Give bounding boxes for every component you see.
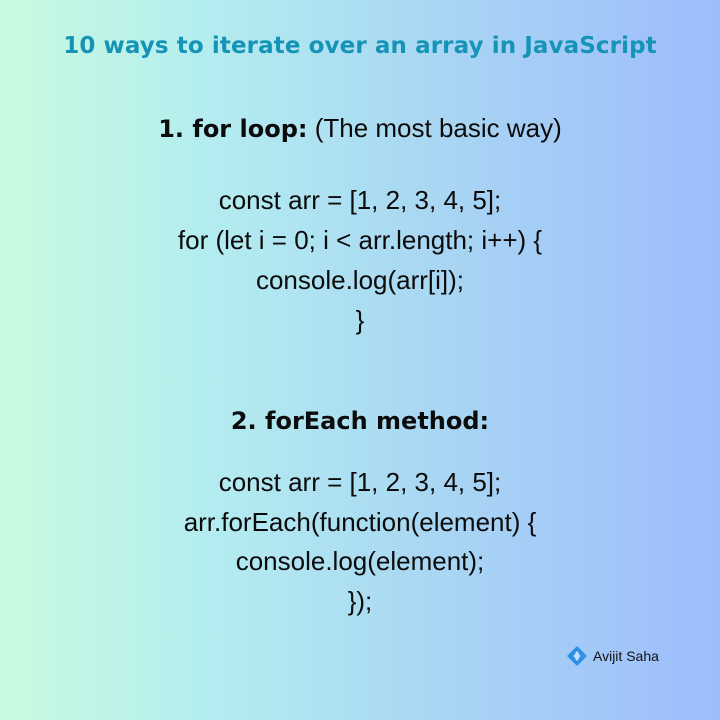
code-line: const arr = [1, 2, 3, 4, 5]; xyxy=(218,467,502,497)
section-description: (The most basic way) xyxy=(314,113,562,143)
section-heading-for-loop: 1. for loop: (The most basic way) xyxy=(0,113,720,144)
code-line: arr.forEach(function(element) { xyxy=(183,507,537,537)
diamond-logo-icon xyxy=(567,646,587,666)
section-heading-foreach: 2. forEach method: xyxy=(0,405,720,436)
section-title: 1. for loop: xyxy=(158,115,308,143)
code-line: } xyxy=(355,305,365,335)
code-line: const arr = [1, 2, 3, 4, 5]; xyxy=(218,185,502,215)
code-line: console.log(element); xyxy=(235,546,485,576)
code-line: console.log(arr[i]); xyxy=(255,265,465,295)
code-line: }); xyxy=(347,586,373,616)
author-name: Avijit Saha xyxy=(593,648,659,664)
code-line: for (let i = 0; i < arr.length; i++) { xyxy=(177,225,543,255)
section-title: 2. forEach method: xyxy=(230,407,490,435)
author-watermark: Avijit Saha xyxy=(566,645,659,667)
page-title: 10 ways to iterate over an array in Java… xyxy=(63,33,657,59)
